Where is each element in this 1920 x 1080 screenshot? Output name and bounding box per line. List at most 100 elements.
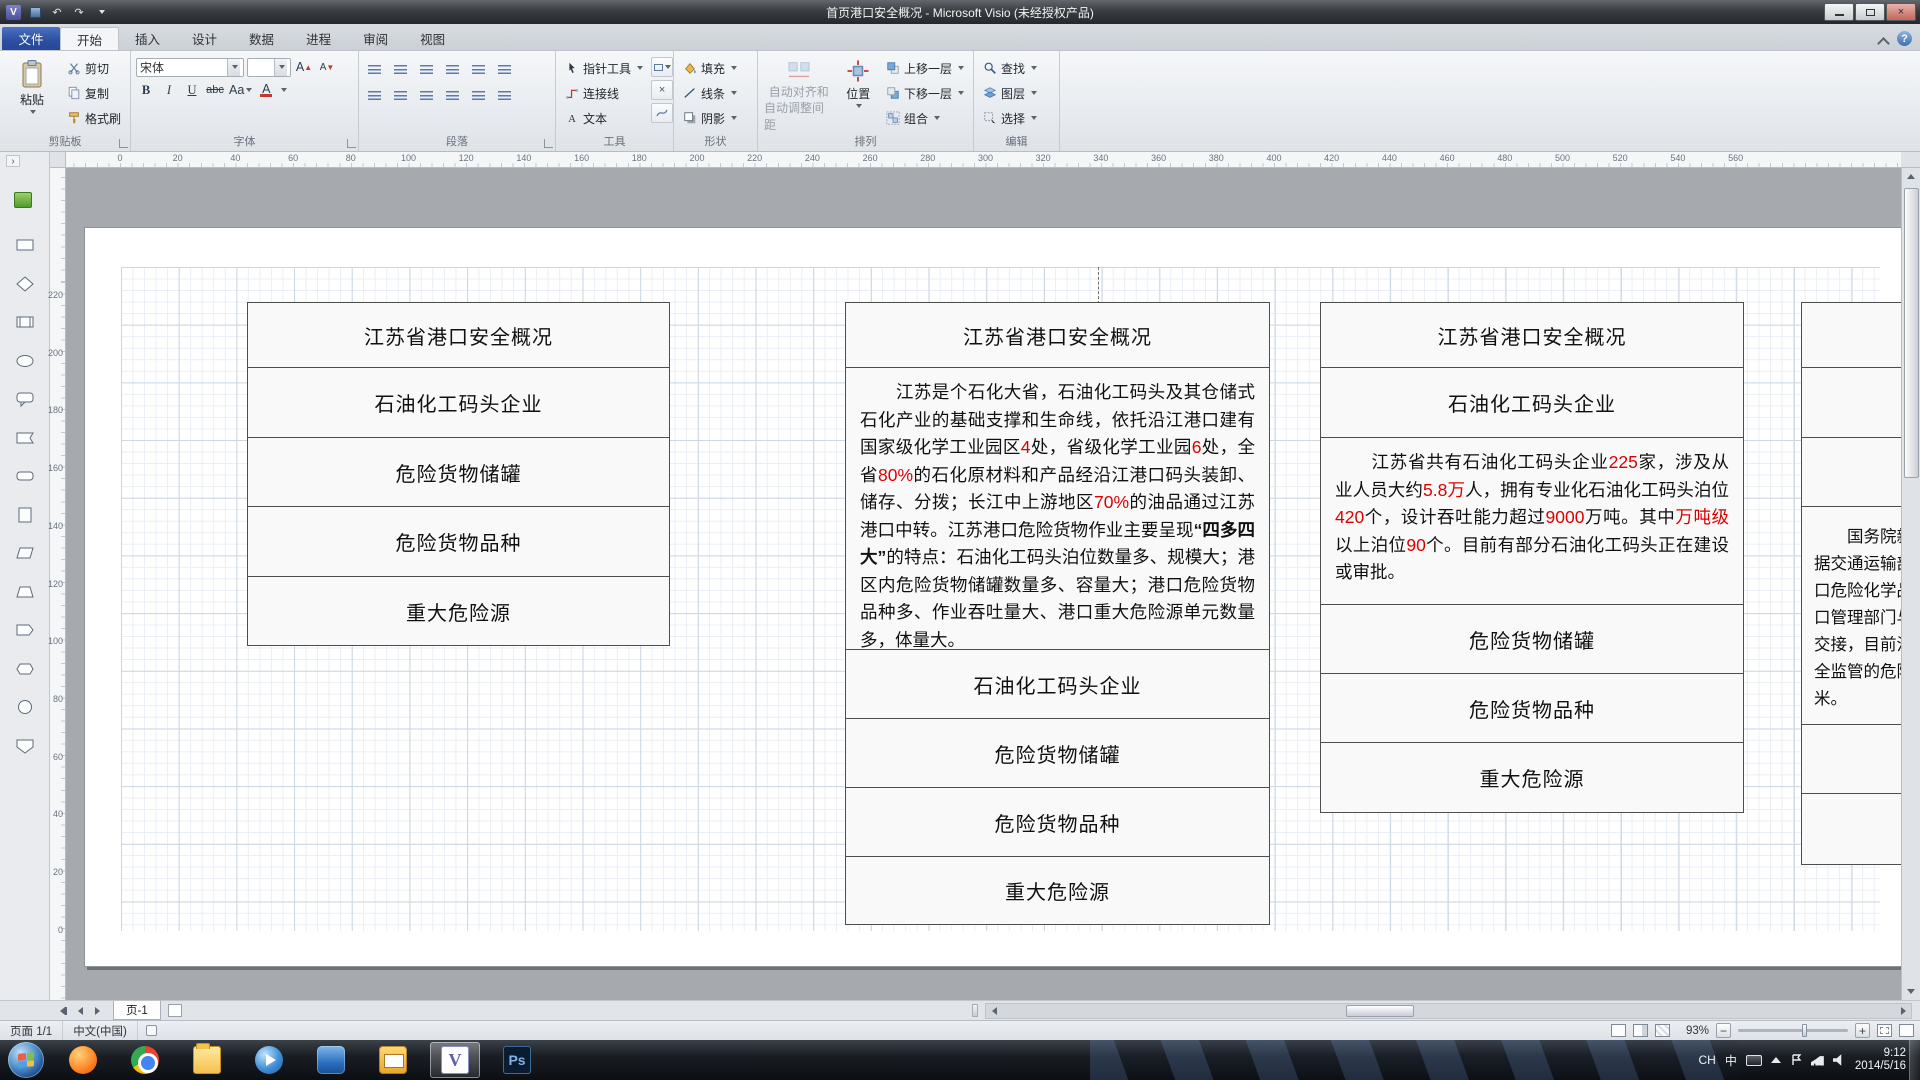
input-indicator-lang[interactable]: 中: [1725, 1052, 1737, 1069]
shape-box-para[interactable]: 江苏是个石化大省，石油化工码头及其仓储式石化产业的基础支撑和生命线，依托沿江港口…: [845, 367, 1270, 650]
shape-box-empty[interactable]: [1801, 793, 1901, 865]
shape-tall-rectangle-icon[interactable]: [10, 503, 40, 527]
normal-view-icon[interactable]: [1611, 1024, 1626, 1037]
shape-callout-icon[interactable]: [10, 387, 40, 411]
shape-parallelogram-icon[interactable]: [10, 541, 40, 565]
shape-pentagon-icon[interactable]: [10, 618, 40, 642]
scroll-right-button[interactable]: [1895, 1004, 1911, 1018]
font-name-dropdown[interactable]: [227, 59, 240, 76]
text-direction-button[interactable]: [468, 60, 488, 80]
font-color-dropdown[interactable]: [281, 88, 287, 92]
shape-box-header[interactable]: 危险货物储罐: [845, 718, 1270, 788]
bring-forward-button[interactable]: 上移一层: [882, 57, 968, 79]
qat-customize-button[interactable]: [93, 4, 109, 20]
scroll-up-button[interactable]: [1902, 168, 1920, 185]
taskbar-explorer-icon[interactable]: [182, 1042, 232, 1078]
macro-record-icon[interactable]: [146, 1025, 157, 1036]
first-page-button[interactable]: [55, 1003, 72, 1018]
underline-button[interactable]: U: [182, 80, 202, 100]
taskbar-photoshop-icon[interactable]: Ps: [492, 1042, 542, 1078]
dialog-launcher-icon[interactable]: [347, 139, 356, 148]
show-desktop-button[interactable]: [1909, 1040, 1920, 1080]
shape-box-header[interactable]: 危险货物品种: [845, 787, 1270, 857]
italic-button[interactable]: I: [159, 80, 179, 100]
network-icon[interactable]: [1811, 1055, 1824, 1066]
shape-shield-icon[interactable]: [10, 734, 40, 758]
volume-icon[interactable]: [1833, 1054, 1846, 1066]
zoom-slider[interactable]: [1738, 1029, 1848, 1032]
page-indicator[interactable]: 页面 1/1: [0, 1021, 63, 1040]
save-button[interactable]: [27, 4, 43, 20]
taskbar-messenger-icon[interactable]: [306, 1042, 356, 1078]
align-middle-button[interactable]: [468, 86, 488, 106]
freeform-tool-button[interactable]: [651, 103, 673, 123]
shape-box-header[interactable]: 危险货物品种: [1320, 673, 1744, 743]
visio-app-icon[interactable]: V: [6, 5, 21, 20]
line-button[interactable]: 线条: [679, 82, 741, 104]
connector-button[interactable]: 连接线: [561, 82, 647, 104]
collapse-ribbon-icon[interactable]: [1877, 35, 1889, 43]
undo-button[interactable]: ↶: [49, 4, 65, 20]
select-button[interactable]: 选择: [979, 107, 1041, 129]
bold-button[interactable]: B: [136, 80, 156, 100]
tab-视图[interactable]: 视图: [404, 27, 461, 50]
help-icon[interactable]: ?: [1897, 31, 1912, 46]
taskbar-clock[interactable]: 9:12 2014/5/16: [1855, 1047, 1906, 1073]
position-button[interactable]: 位置: [839, 54, 878, 134]
shape-box-header[interactable]: 江苏省港口安全概况: [247, 302, 670, 368]
taskbar-media-player-icon[interactable]: [244, 1042, 294, 1078]
drawing-page[interactable]: 江苏省港口安全概况石油化工码头企业危险货物储罐危险货物品种重大危险源江苏省港口安…: [84, 227, 1901, 967]
tab-数据[interactable]: 数据: [233, 27, 290, 50]
horizontal-scrollbar[interactable]: [985, 1003, 1912, 1019]
change-case-button[interactable]: Aa: [228, 80, 253, 100]
shape-box-header[interactable]: 石油化工码头企业: [1320, 367, 1744, 438]
shape-box-header[interactable]: 危险货物品种: [247, 506, 670, 577]
paste-button[interactable]: 粘贴: [5, 54, 59, 134]
cut-button[interactable]: 剪切: [63, 57, 125, 79]
vertical-scrollbar[interactable]: [1901, 168, 1920, 1000]
shape-box-header[interactable]: 危险货物储罐: [1320, 604, 1744, 674]
align-top-button[interactable]: [442, 86, 462, 106]
shadow-button[interactable]: 阴影: [679, 107, 741, 129]
redo-button[interactable]: ↷: [71, 4, 87, 20]
taskbar-chrome-icon[interactable]: [120, 1042, 170, 1078]
shape-circle-icon[interactable]: [10, 695, 40, 719]
shape-box-header[interactable]: 重大危险源: [1320, 742, 1744, 813]
shrink-font-button[interactable]: A▼: [317, 57, 337, 77]
bullets-button[interactable]: [364, 60, 384, 80]
input-indicator-ch[interactable]: CH: [1698, 1053, 1715, 1067]
dialog-launcher-icon[interactable]: [119, 139, 128, 148]
strikethrough-button[interactable]: abc: [205, 80, 225, 100]
expand-shapes-button[interactable]: ›: [6, 155, 20, 167]
shape-ellipse-icon[interactable]: [10, 349, 40, 373]
tab-进程[interactable]: 进程: [290, 27, 347, 50]
font-color-button[interactable]: A: [256, 80, 276, 100]
shape-process-icon[interactable]: [10, 310, 40, 334]
text-tool-button[interactable]: A 文本: [561, 107, 647, 129]
taskbar-visio-icon[interactable]: V: [430, 1042, 480, 1078]
taskbar-outlook-icon[interactable]: [368, 1042, 418, 1078]
format-painter-button[interactable]: 格式刷: [63, 107, 125, 129]
shape-box-empty[interactable]: [1801, 724, 1901, 794]
shape-hexagon-icon[interactable]: [10, 657, 40, 681]
align-right-button[interactable]: [416, 86, 436, 106]
stencil-icon[interactable]: [14, 192, 32, 208]
font-size-combobox[interactable]: [247, 58, 291, 77]
align-bottom-button[interactable]: [494, 86, 514, 106]
tab-file[interactable]: 文件: [2, 27, 60, 50]
fullscreen-view-icon[interactable]: [1633, 1024, 1648, 1037]
align-left-button[interactable]: [364, 86, 384, 106]
tray-expand-icon[interactable]: [1771, 1057, 1781, 1063]
shape-box-empty[interactable]: [1801, 302, 1901, 368]
print-preview-icon[interactable]: [1655, 1024, 1670, 1037]
shape-box-empty[interactable]: [1801, 437, 1901, 507]
page-tab[interactable]: 页-1: [113, 1001, 161, 1020]
scrollbar-splitter[interactable]: [972, 1004, 978, 1017]
scroll-left-button[interactable]: [986, 1004, 1002, 1018]
tab-插入[interactable]: 插入: [119, 27, 176, 50]
decrease-indent-button[interactable]: [390, 60, 410, 80]
group-button[interactable]: 组合: [882, 107, 968, 129]
shape-box-header[interactable]: 江苏省港口安全概况: [845, 302, 1270, 368]
pointer-tool-button[interactable]: 指针工具: [561, 57, 647, 79]
shape-rounded-rectangle-icon[interactable]: [10, 464, 40, 488]
